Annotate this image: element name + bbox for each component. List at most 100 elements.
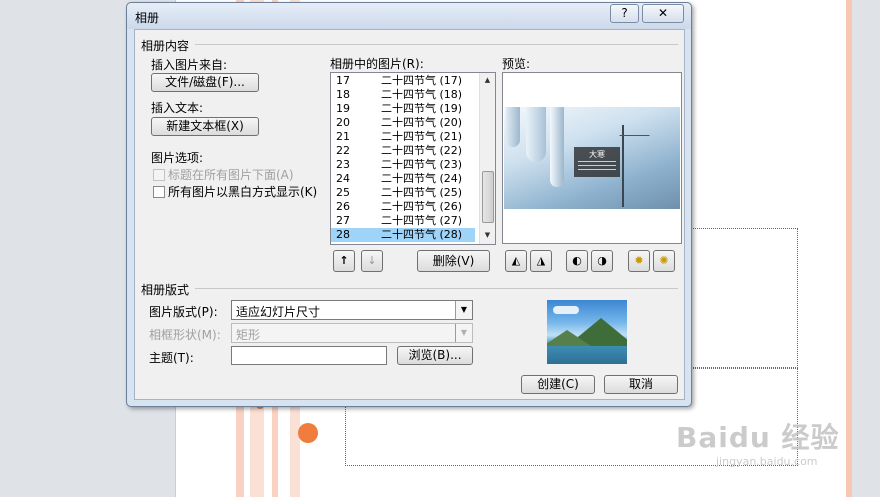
list-item-name: 二十四节气 (19)	[381, 102, 463, 115]
list-item-name: 二十四节气 (27)	[381, 214, 463, 227]
pictures-in-album-label: 相册中的图片(R):	[330, 57, 424, 71]
list-item[interactable]: 22 二十四节气 (22)	[331, 144, 475, 158]
list-item[interactable]: 19 二十四节气 (19)	[331, 102, 475, 116]
list-item-number: 18	[336, 88, 350, 101]
create-button[interactable]: 创建(C)	[521, 375, 595, 394]
chevron-down-icon[interactable]: ▼	[455, 324, 472, 342]
dialog-client: 相册内容 插入图片来自: 文件/磁盘(F)... 插入文本: 新建文本框(X) …	[134, 29, 685, 400]
theme-input[interactable]	[231, 346, 387, 365]
list-item[interactable]: 17 二十四节气 (17)	[331, 74, 475, 88]
list-item-number: 20	[336, 116, 350, 129]
rotate-left-icon: ◭	[511, 254, 521, 267]
icicle-shape	[506, 107, 520, 147]
list-item-number: 25	[336, 186, 350, 199]
dialog-title: 相册	[135, 11, 160, 25]
list-item-number: 28	[336, 228, 350, 241]
brightness-up-icon: ✹	[634, 254, 644, 267]
list-item[interactable]: 21 二十四节气 (21)	[331, 130, 475, 144]
preview-caption-box: 大寒	[574, 147, 620, 177]
rotate-right-icon: ◮	[536, 254, 546, 267]
arrow-down-icon: ↓	[367, 254, 377, 267]
list-item[interactable]: 25 二十四节气 (25)	[331, 186, 475, 200]
scroll-up-arrow-icon[interactable]: ▲	[480, 73, 495, 87]
picture-layout-select[interactable]: 适应幻灯片尺寸 ▼	[231, 300, 473, 320]
mountain-shape	[547, 330, 591, 346]
browse-button[interactable]: 浏览(B)...	[397, 346, 473, 365]
icicle-shape	[550, 107, 564, 187]
list-item-name: 二十四节气 (23)	[381, 158, 463, 171]
delete-button[interactable]: 删除(V)	[417, 250, 490, 272]
watermark-logo: Baidu 经验	[676, 421, 840, 454]
black-white-label: 所有图片以黑白方式显示(K)	[168, 185, 318, 199]
listbox-scrollbar[interactable]: ▲ ▼	[479, 73, 495, 244]
frame-shape-select[interactable]: 矩形 ▼	[231, 323, 473, 343]
arrow-up-icon: ↑	[339, 254, 349, 267]
frame-shape-value: 矩形	[236, 328, 261, 342]
chevron-down-icon[interactable]: ▼	[455, 301, 472, 319]
list-item[interactable]: 28 二十四节气 (28)	[331, 228, 475, 242]
list-item-number: 21	[336, 130, 350, 143]
file-disk-button[interactable]: 文件/磁盘(F)...	[151, 73, 259, 92]
list-item-number: 22	[336, 144, 350, 157]
photo-album-dialog: 相册 ? ✕ 相册内容 插入图片来自: 文件/磁盘(F)... 插入文本: 新建…	[126, 2, 692, 407]
list-item[interactable]: 26 二十四节气 (26)	[331, 200, 475, 214]
frame-shape-label: 相框形状(M):	[149, 328, 221, 342]
contrast-up-button[interactable]: ◐	[566, 250, 588, 272]
section-album-layout: 相册版式	[141, 283, 190, 297]
black-white-checkbox[interactable]	[153, 186, 165, 198]
layout-preview-image	[547, 300, 627, 364]
slide-placeholder	[690, 228, 798, 368]
move-down-button[interactable]: ↓	[361, 250, 383, 272]
contrast-down-button[interactable]: ◑	[591, 250, 613, 272]
list-item[interactable]: 24 二十四节气 (24)	[331, 172, 475, 186]
list-item-name: 二十四节气 (18)	[381, 88, 463, 101]
brightness-up-button[interactable]: ✹	[628, 250, 650, 272]
brightness-down-button[interactable]: ✺	[653, 250, 675, 272]
caption-line	[578, 165, 616, 166]
list-item-name: 二十四节气 (20)	[381, 116, 463, 129]
list-item-number: 23	[336, 158, 350, 171]
list-item[interactable]: 18 二十四节气 (18)	[331, 88, 475, 102]
section-divider	[195, 288, 678, 289]
list-item-name: 二十四节气 (24)	[381, 172, 463, 185]
pictures-listbox[interactable]: 17 二十四节气 (17) 18 二十四节气 (18) 19 二十四节气 (19) 20 二十…	[330, 72, 496, 245]
move-up-button[interactable]: ↑	[333, 250, 355, 272]
picture-layout-value: 适应幻灯片尺寸	[236, 305, 321, 319]
theme-label: 主题(T):	[149, 351, 194, 365]
picture-layout-label: 图片版式(P):	[149, 305, 218, 319]
caption-line	[578, 169, 616, 170]
list-item-name: 二十四节气 (21)	[381, 130, 463, 143]
captions-below-checkbox[interactable]	[153, 169, 165, 181]
cancel-button[interactable]: 取消	[604, 375, 678, 394]
list-item-number: 19	[336, 102, 350, 115]
list-item[interactable]: 20 二十四节气 (20)	[331, 116, 475, 130]
brightness-down-icon: ✺	[659, 254, 669, 267]
list-item-number: 26	[336, 200, 350, 213]
help-icon: ?	[621, 6, 628, 20]
preview-slide-image: 大寒	[504, 107, 680, 209]
contrast-down-icon: ◑	[597, 254, 607, 267]
new-textbox-button[interactable]: 新建文本框(X)	[151, 117, 259, 136]
help-button[interactable]: ?	[610, 4, 639, 23]
watermark-url: jingyan.baidu.com	[716, 455, 818, 468]
list-item[interactable]: 23 二十四节气 (23)	[331, 158, 475, 172]
list-item-name: 二十四节气 (17)	[381, 74, 463, 87]
close-button[interactable]: ✕	[642, 4, 684, 23]
list-item-number: 27	[336, 214, 350, 227]
dialog-titlebar[interactable]: 相册 ? ✕	[127, 3, 691, 29]
rotate-right-button[interactable]: ◮	[530, 250, 552, 272]
captions-below-label: 标题在所有图片下面(A)	[168, 168, 294, 182]
list-item-name: 二十四节气 (22)	[381, 144, 463, 157]
list-item-name: 二十四节气 (26)	[381, 200, 463, 213]
preview-slide-title: 大寒	[589, 150, 605, 159]
scroll-thumb[interactable]	[482, 171, 494, 223]
section-album-content: 相册内容	[141, 39, 190, 53]
slide-decor-dot	[298, 423, 318, 443]
icicle-shape	[526, 107, 546, 162]
preview-label: 预览:	[502, 57, 531, 71]
list-item[interactable]: 27 二十四节气 (27)	[331, 214, 475, 228]
scroll-down-arrow-icon[interactable]: ▼	[480, 228, 495, 242]
close-icon: ✕	[657, 6, 669, 20]
insert-text-label: 插入文本:	[151, 101, 204, 115]
rotate-left-button[interactable]: ◭	[505, 250, 527, 272]
